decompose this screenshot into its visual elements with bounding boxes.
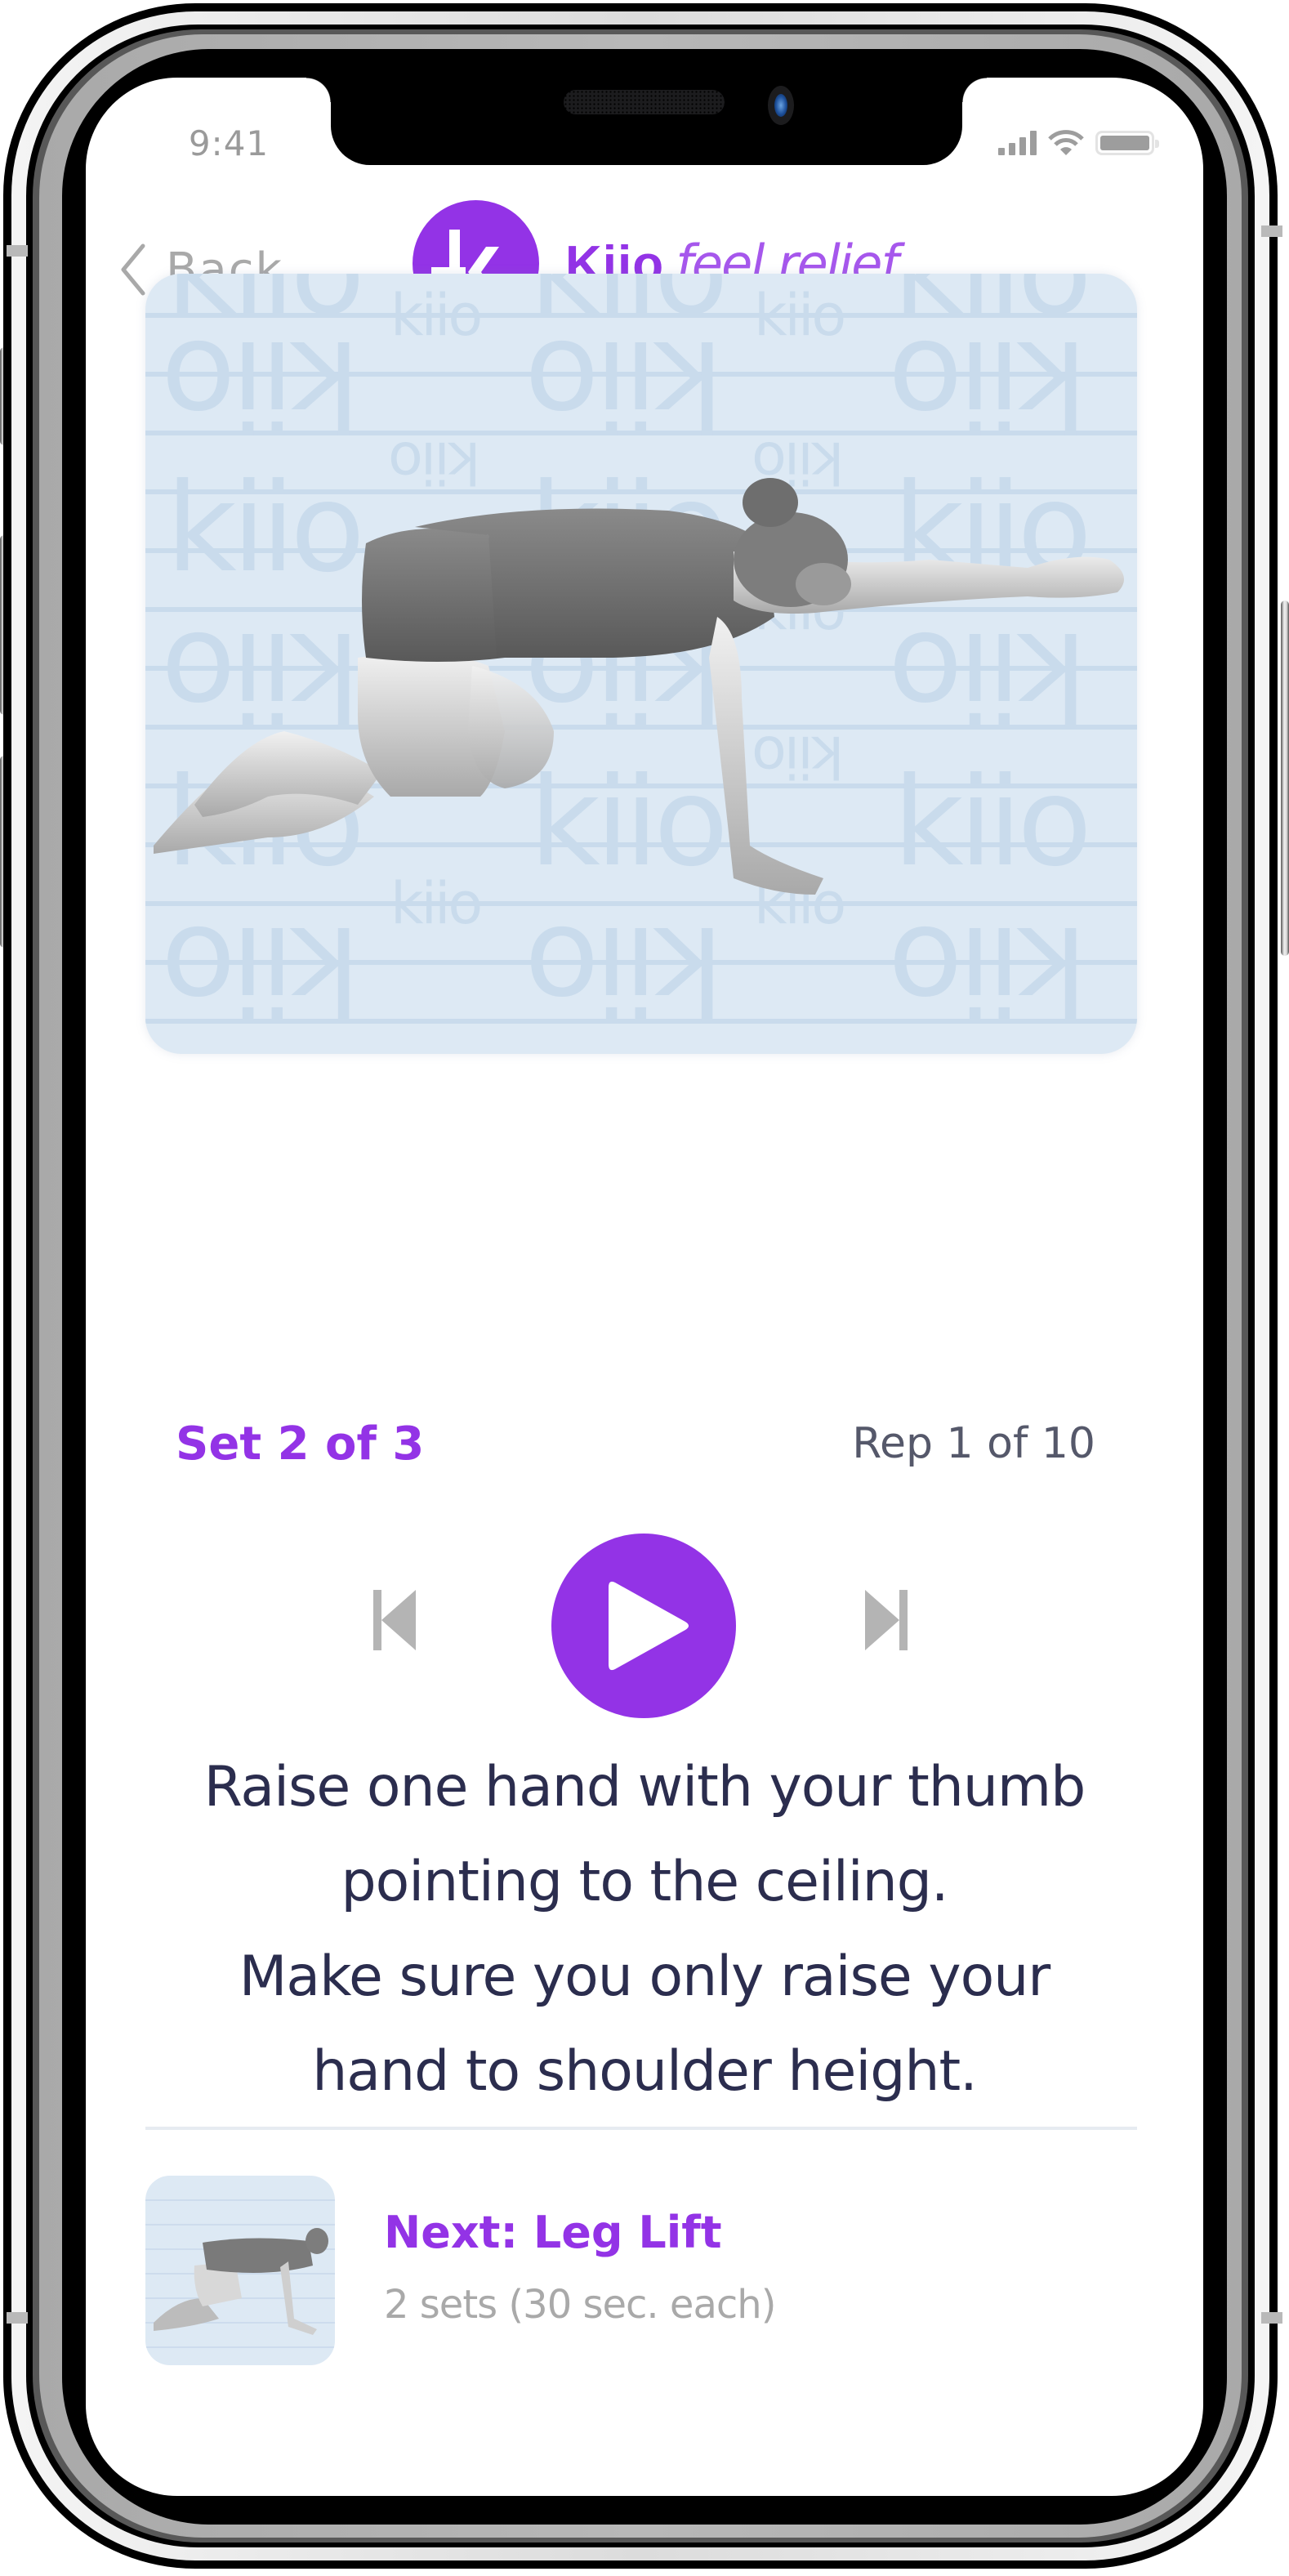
exercise-video[interactable]: kiio kiio kiio kiio kiio kiio kiio kiio kiio kiio…: [145, 274, 1137, 1054]
status-time: 9:41: [188, 123, 270, 163]
skip-next-icon: [865, 1590, 908, 1650]
chevron-left-icon: [121, 243, 145, 296]
antenna-band: [1261, 2312, 1282, 2324]
front-camera: [768, 86, 794, 125]
antenna-band: [7, 2312, 28, 2324]
instruction-line: Raise one hand with your thumb: [203, 1755, 1086, 1819]
skip-previous-button[interactable]: [370, 1587, 419, 1653]
next-exercise-thumbnail: [145, 2176, 335, 2365]
exercise-figure-illustration: [154, 478, 1124, 895]
instruction-line: Make sure you only raise your: [239, 1944, 1051, 2009]
skip-next-button[interactable]: [862, 1587, 911, 1653]
app-screen: 9:41 Back Kiio feel relief. kiio kiio ki…: [86, 78, 1203, 2496]
wifi-icon: [1048, 130, 1084, 155]
next-exercise-details: 2 sets (30 sec. each): [384, 2282, 776, 2328]
antenna-band: [7, 245, 28, 257]
battery-icon: [1095, 131, 1159, 155]
rep-progress: Rep 1 of 10: [852, 1419, 1095, 1468]
next-exercise-item[interactable]: Next: Leg Lift 2 sets (30 sec. each): [145, 2176, 1137, 2365]
notch: [306, 78, 987, 165]
divider: [145, 2127, 1137, 2130]
cellular-signal-icon: [998, 131, 1037, 155]
play-icon: [609, 1581, 689, 1671]
set-progress: Set 2 of 3: [176, 1417, 425, 1471]
play-button[interactable]: [551, 1534, 736, 1718]
skip-previous-icon: [373, 1590, 416, 1650]
power-button: [1281, 600, 1289, 956]
instruction-line: pointing to the ceiling.: [341, 1850, 948, 1914]
next-exercise-figure-illustration: [145, 2199, 335, 2348]
exercise-instructions: Raise one hand with your thumb pointing …: [135, 1740, 1154, 2119]
next-exercise-title: Next: Leg Lift: [384, 2207, 722, 2258]
status-icons: [998, 127, 1159, 159]
earpiece-speaker: [564, 90, 725, 114]
instruction-line: hand to shoulder height.: [312, 2039, 978, 2104]
antenna-band: [1261, 225, 1282, 237]
